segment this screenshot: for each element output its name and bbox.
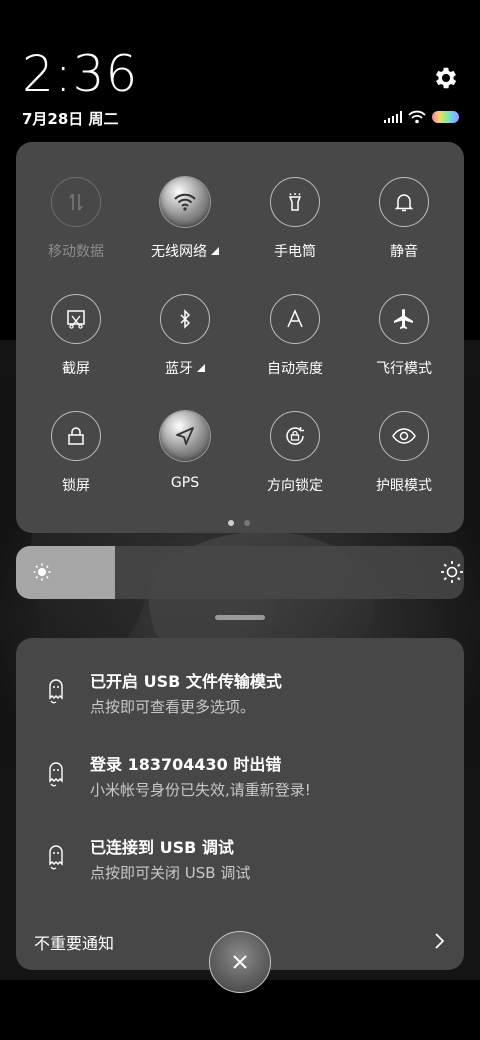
wifi-status-icon <box>408 110 426 124</box>
bluetooth-icon <box>180 309 191 329</box>
screenshot-icon <box>67 310 85 329</box>
notification-item[interactable]: 已连接到 USB 调试 点按即可关闭 USB 调试 <box>16 834 464 906</box>
lock-icon <box>68 427 84 445</box>
tile-bluetooth[interactable]: 蓝牙 <box>130 294 240 378</box>
tile-wifi[interactable]: 无线网络 <box>130 177 240 261</box>
tile-label: 方向锁定 <box>267 478 323 494</box>
expand-triangle-icon <box>211 247 219 255</box>
close-icon <box>233 955 247 969</box>
quick-settings-panel: 移动数据 无线网络 手电筒 静音 截屏 蓝牙 自动亮度 飞行模式 锁屏 GPS … <box>16 142 464 533</box>
ghost-icon <box>49 679 63 704</box>
tile-label: 静音 <box>390 244 418 260</box>
tile-airplane-mode[interactable]: 飞行模式 <box>349 294 459 378</box>
page-dot <box>244 520 250 526</box>
tile-lock-screen[interactable]: 锁屏 <box>21 411 131 495</box>
mobile-data-icon <box>69 193 83 211</box>
ghost-icon <box>49 845 63 870</box>
notification-text: 小米帐号身份已失效,请重新登录! <box>90 781 311 799</box>
system-status-icons <box>384 108 459 126</box>
tile-label: GPS <box>170 475 200 491</box>
tile-eye-care[interactable]: 护眼模式 <box>349 411 459 495</box>
tile-screenshot[interactable]: 截屏 <box>21 294 131 378</box>
chevron-right-icon[interactable] <box>432 932 446 950</box>
settings-gear-icon[interactable] <box>432 64 460 92</box>
notification-panel: 已开启 USB 文件传输模式 点按即可查看更多选项。 登录 183704430 … <box>16 638 464 970</box>
ghost-icon <box>49 762 63 787</box>
tile-auto-brightness[interactable]: 自动亮度 <box>240 294 350 378</box>
brightness-slider[interactable] <box>16 546 464 599</box>
tile-label: 移动数据 <box>48 244 104 260</box>
eye-icon <box>392 428 416 444</box>
brightness-low-icon <box>33 563 51 581</box>
tile-gps[interactable]: GPS <box>130 411 240 491</box>
tile-mute[interactable]: 静音 <box>349 177 459 261</box>
notification-title: 已连接到 USB 调试 <box>90 838 234 857</box>
tile-label: 无线网络 <box>151 244 207 260</box>
tile-mobile-data[interactable]: 移动数据 <box>21 177 131 261</box>
notification-title: 已开启 USB 文件传输模式 <box>90 672 282 691</box>
tile-label: 蓝牙 <box>165 361 193 377</box>
brightness-high-icon <box>441 561 463 583</box>
notification-item[interactable]: 登录 183704430 时出错 小米帐号身份已失效,请重新登录! <box>16 751 464 823</box>
gps-icon <box>176 427 194 445</box>
tile-label: 飞行模式 <box>376 361 432 377</box>
tile-rotation-lock[interactable]: 方向锁定 <box>240 411 350 495</box>
auto-brightness-icon <box>287 309 303 328</box>
page-dot <box>228 520 234 526</box>
tile-label: 截屏 <box>62 361 90 377</box>
flashlight-icon <box>288 193 302 211</box>
expand-triangle-icon <box>197 364 205 372</box>
airplane-icon <box>394 309 413 329</box>
date: 7月28日 周二 <box>22 110 119 128</box>
tile-label: 手电筒 <box>274 244 316 260</box>
wifi-icon <box>174 193 196 211</box>
notification-item[interactable]: 已开启 USB 文件传输模式 点按即可查看更多选项。 <box>16 668 464 740</box>
tile-flashlight[interactable]: 手电筒 <box>240 177 350 261</box>
notification-text: 点按即可查看更多选项。 <box>90 698 256 716</box>
clock: 2:36 <box>22 45 139 103</box>
notification-text: 点按即可关闭 USB 调试 <box>90 864 251 882</box>
battery-icon <box>432 111 459 123</box>
bell-icon <box>394 194 414 212</box>
signal-icon <box>384 111 402 123</box>
tile-label: 锁屏 <box>62 478 90 494</box>
rotation-lock-icon <box>286 427 304 445</box>
page-indicator <box>228 520 250 526</box>
unimportant-notifications-link[interactable]: 不重要通知 <box>34 930 114 954</box>
drag-handle[interactable] <box>215 615 265 620</box>
tile-label: 自动亮度 <box>267 361 323 377</box>
clear-notifications-button[interactable] <box>209 931 271 993</box>
tile-label: 护眼模式 <box>376 478 432 494</box>
brightness-fill <box>16 546 115 599</box>
notification-title: 登录 183704430 时出错 <box>90 755 282 774</box>
